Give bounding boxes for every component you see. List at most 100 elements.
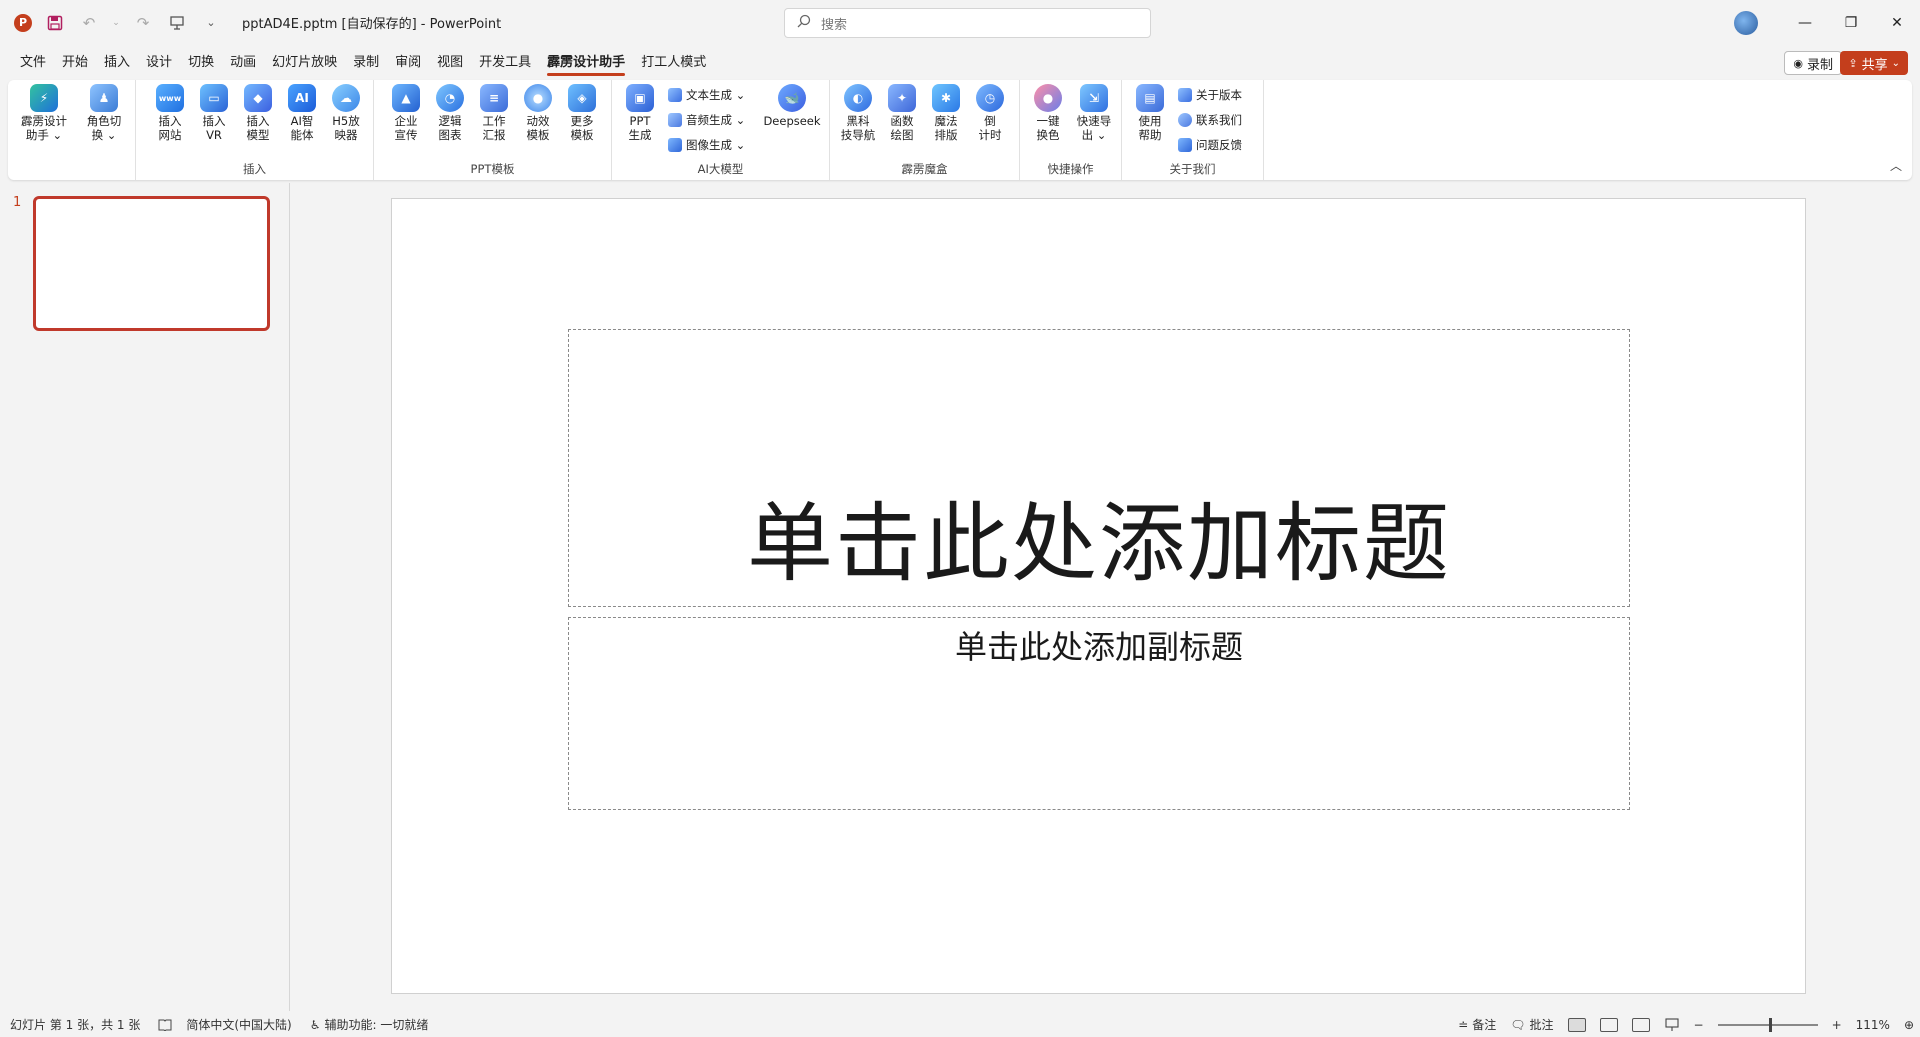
slideshow-view-icon[interactable] bbox=[1664, 1017, 1680, 1032]
notes-button[interactable]: ≐ 备注 bbox=[1458, 1016, 1496, 1033]
collapse-ribbon-icon[interactable]: ︿ bbox=[1890, 157, 1902, 174]
pie-chart-icon: ◔ bbox=[436, 84, 464, 112]
normal-view-icon[interactable] bbox=[1567, 1017, 1586, 1032]
undo-icon[interactable]: ↶ bbox=[78, 12, 100, 34]
ppt-gen-button[interactable]: ▣ PPT 生成 bbox=[618, 84, 662, 142]
3d-model-icon: ◆ bbox=[244, 84, 272, 112]
language-indicator[interactable]: 简体中文(中国大陆) bbox=[186, 1016, 291, 1033]
ribbon-group-ppt-template: ▲ 企业 宣传 ◔ 逻辑 图表 ≡ 工作 汇报 ● 动效 模板 ◈ 更多 模板 … bbox=[374, 80, 612, 180]
minimize-button[interactable]: — bbox=[1782, 0, 1828, 45]
zoom-slider[interactable] bbox=[1717, 1017, 1818, 1032]
vr-headset-icon: ▭ bbox=[200, 84, 228, 112]
lightning-icon: ⚡ bbox=[30, 84, 58, 112]
text-gen-button[interactable]: 文本生成 ⌄ bbox=[668, 84, 745, 106]
magic-layout-button[interactable]: ✱ 魔法 排版 bbox=[924, 84, 968, 142]
slide-canvas[interactable]: 单击此处添加标题 单击此处添加副标题 bbox=[391, 198, 1806, 994]
tab-file[interactable]: 文件 bbox=[12, 48, 54, 78]
more-templates-button[interactable]: ◈ 更多 模板 bbox=[560, 84, 604, 142]
stack-icon: ◈ bbox=[568, 84, 596, 112]
image-gen-button[interactable]: 图像生成 ⌄ bbox=[668, 134, 745, 156]
tab-slideshow[interactable]: 幻灯片放映 bbox=[264, 48, 345, 78]
comments-button[interactable]: 🗨 批注 bbox=[1510, 1016, 1553, 1033]
title-bar: P ↶ ⌄ ↷ ⌄ pptAD4E.pptm [自动保存的] - PowerPo… bbox=[0, 0, 1920, 45]
slide-thumbnail[interactable] bbox=[33, 196, 270, 331]
one-key-color-button[interactable]: ● 一键 换色 bbox=[1026, 84, 1070, 142]
corp-promo-icon: ▲ bbox=[392, 84, 420, 112]
tab-pili-design-assistant[interactable]: 霹雳设计助手 bbox=[539, 48, 633, 78]
customize-qat-icon[interactable]: ⌄ bbox=[200, 12, 222, 34]
close-button[interactable]: ✕ bbox=[1874, 0, 1920, 45]
ai-agent-label: AI智 能体 bbox=[290, 114, 314, 142]
tab-developer[interactable]: 开发工具 bbox=[471, 48, 539, 78]
tab-design[interactable]: 设计 bbox=[138, 48, 180, 78]
ribbon-group-about: ▤ 使用 帮助 关于版本 联系我们 问题反馈 关于我们 bbox=[1122, 80, 1264, 180]
tab-record[interactable]: 录制 bbox=[345, 48, 387, 78]
ai-agent-button[interactable]: AI AI智 能体 bbox=[280, 84, 324, 142]
ppt-gen-label: PPT 生成 bbox=[628, 114, 652, 142]
search-input[interactable]: 搜索 bbox=[784, 8, 1151, 38]
tab-worker-mode[interactable]: 打工人模式 bbox=[633, 48, 714, 78]
subtitle-placeholder[interactable]: 单击此处添加副标题 bbox=[568, 617, 1630, 810]
help-button[interactable]: ▤ 使用 帮助 bbox=[1128, 84, 1172, 142]
fit-to-window-icon[interactable]: ⊕ bbox=[1904, 1018, 1914, 1032]
countdown-button[interactable]: ◷ 倒 计时 bbox=[968, 84, 1012, 142]
insert-site-button[interactable]: www 插入 网站 bbox=[148, 84, 192, 142]
website-icon: www bbox=[156, 84, 184, 112]
tab-view[interactable]: 视图 bbox=[429, 48, 471, 78]
insert-vr-button[interactable]: ▭ 插入 VR bbox=[192, 84, 236, 142]
account-avatar[interactable] bbox=[1734, 10, 1758, 35]
anim-template-button[interactable]: ● 动效 模板 bbox=[516, 84, 560, 142]
accessibility-status[interactable]: ♿ 辅助功能: 一切就绪 bbox=[310, 1016, 429, 1033]
audio-gen-label: 音频生成 ⌄ bbox=[686, 113, 746, 127]
zoom-level[interactable]: 111% bbox=[1856, 1018, 1890, 1032]
h5-player-button[interactable]: ☁ H5放 映器 bbox=[324, 84, 368, 142]
record-button[interactable]: ◉ 录制 bbox=[1784, 51, 1842, 75]
insert-model-button[interactable]: ◆ 插入 模型 bbox=[236, 84, 280, 142]
undo-dropdown-icon[interactable]: ⌄ bbox=[112, 12, 120, 34]
tab-review[interactable]: 审阅 bbox=[387, 48, 429, 78]
tab-transitions[interactable]: 切换 bbox=[180, 48, 222, 78]
zoom-out-button[interactable]: − bbox=[1694, 1018, 1704, 1032]
about-version-button[interactable]: 关于版本 bbox=[1178, 84, 1242, 106]
logic-chart-button[interactable]: ◔ 逻辑 图表 bbox=[428, 84, 472, 142]
corp-promo-button[interactable]: ▲ 企业 宣传 bbox=[384, 84, 428, 142]
black-tech-button[interactable]: ◐ 黑科 技导航 bbox=[836, 84, 880, 142]
slide-sorter-view-icon[interactable] bbox=[1599, 1017, 1618, 1032]
quick-export-button[interactable]: ⇲ 快速导 出 ⌄ bbox=[1070, 84, 1118, 142]
black-tech-label: 黑科 技导航 bbox=[840, 114, 876, 142]
work-report-label: 工作 汇报 bbox=[482, 114, 506, 142]
zoom-in-button[interactable]: + bbox=[1832, 1018, 1842, 1032]
work-report-button[interactable]: ≡ 工作 汇报 bbox=[472, 84, 516, 142]
deepseek-button[interactable]: 🐋 Deepseek bbox=[760, 84, 824, 128]
save-icon[interactable] bbox=[44, 12, 66, 34]
redo-icon[interactable]: ↷ bbox=[132, 12, 154, 34]
image-gen-icon bbox=[668, 138, 682, 152]
feedback-button[interactable]: 问题反馈 bbox=[1178, 134, 1242, 156]
tab-insert[interactable]: 插入 bbox=[96, 48, 138, 78]
share-icon: ⇪ bbox=[1848, 56, 1858, 70]
insert-model-label: 插入 模型 bbox=[246, 114, 270, 142]
slide-info[interactable]: 幻灯片 第 1 张，共 1 张 bbox=[10, 1016, 140, 1033]
group-label-magic-box: 霹雳魔盒 bbox=[901, 162, 948, 176]
search-icon bbox=[797, 14, 811, 32]
reading-view-icon[interactable] bbox=[1631, 1017, 1650, 1032]
contact-us-button[interactable]: 联系我们 bbox=[1178, 109, 1242, 131]
cloud-icon: ☁ bbox=[332, 84, 360, 112]
func-plot-button[interactable]: ✦ 函数 绘图 bbox=[880, 84, 924, 142]
assistant-button[interactable]: ⚡ 霹雳设计 助手 ⌄ bbox=[18, 84, 70, 142]
more-templates-label: 更多 模板 bbox=[570, 114, 594, 142]
present-from-start-icon[interactable] bbox=[166, 12, 188, 34]
powerpoint-app-icon[interactable]: P bbox=[14, 13, 32, 32]
restore-button[interactable]: ❐ bbox=[1828, 0, 1874, 45]
accessibility-label: 辅助功能: 一切就绪 bbox=[324, 1018, 429, 1032]
quick-export-label: 快速导 出 ⌄ bbox=[1076, 114, 1112, 142]
countdown-label: 倒 计时 bbox=[978, 114, 1002, 142]
share-button[interactable]: ⇪ 共享 ⌄ bbox=[1840, 51, 1908, 75]
title-placeholder[interactable]: 单击此处添加标题 bbox=[568, 329, 1630, 607]
spell-check-icon[interactable] bbox=[158, 1019, 172, 1031]
audio-gen-button[interactable]: 音频生成 ⌄ bbox=[668, 109, 745, 131]
tab-animations[interactable]: 动画 bbox=[222, 48, 264, 78]
tab-home[interactable]: 开始 bbox=[54, 48, 96, 78]
zoom-slider-thumb[interactable] bbox=[1768, 1017, 1772, 1032]
role-switch-button[interactable]: ♟ 角色切 换 ⌄ bbox=[82, 84, 126, 142]
